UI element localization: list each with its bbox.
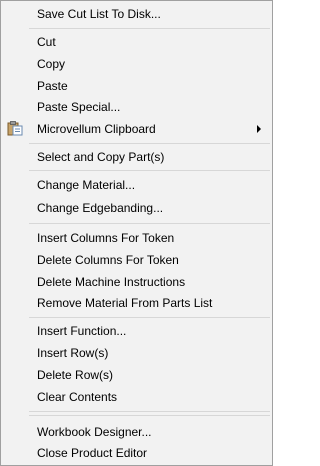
menu-item-delete-machine-instructions[interactable]: Delete Machine Instructions xyxy=(37,272,185,292)
menu-item-select-copy-parts[interactable]: Select and Copy Part(s) xyxy=(37,147,164,167)
menu-item-microvellum-clipboard[interactable]: Microvellum Clipboard xyxy=(37,119,156,139)
context-menu: Save Cut List To Disk... Cut Copy Paste … xyxy=(0,0,273,466)
menu-item-insert-columns-token[interactable]: Insert Columns For Token xyxy=(37,228,174,248)
menu-item-paste[interactable]: Paste xyxy=(37,76,68,96)
menu-item-change-edgebanding[interactable]: Change Edgebanding... xyxy=(37,198,163,218)
menu-item-copy[interactable]: Copy xyxy=(37,54,65,74)
menu-separator xyxy=(29,317,270,318)
menu-separator xyxy=(29,143,270,144)
menu-item-clear-contents[interactable]: Clear Contents xyxy=(37,387,117,407)
menu-item-save-cut-list[interactable]: Save Cut List To Disk... xyxy=(37,4,161,24)
menu-separator xyxy=(29,415,270,416)
menu-item-insert-function[interactable]: Insert Function... xyxy=(37,321,126,341)
menu-item-insert-rows[interactable]: Insert Row(s) xyxy=(37,343,108,363)
menu-item-remove-material[interactable]: Remove Material From Parts List xyxy=(37,293,212,313)
menu-item-close-product-editor[interactable]: Close Product Editor xyxy=(37,443,147,463)
menu-item-delete-rows[interactable]: Delete Row(s) xyxy=(37,365,113,385)
menu-separator xyxy=(29,223,270,224)
chevron-right-icon xyxy=(257,125,261,133)
menu-separator xyxy=(29,28,270,29)
menu-item-workbook-designer[interactable]: Workbook Designer... xyxy=(37,422,152,442)
menu-item-delete-columns-token[interactable]: Delete Columns For Token xyxy=(37,250,179,270)
clipboard-icon xyxy=(7,121,23,136)
menu-item-paste-special[interactable]: Paste Special... xyxy=(37,97,120,117)
menu-item-cut[interactable]: Cut xyxy=(37,32,56,52)
menu-item-change-material[interactable]: Change Material... xyxy=(37,175,135,195)
menu-separator xyxy=(29,170,270,171)
menu-separator xyxy=(29,411,270,412)
